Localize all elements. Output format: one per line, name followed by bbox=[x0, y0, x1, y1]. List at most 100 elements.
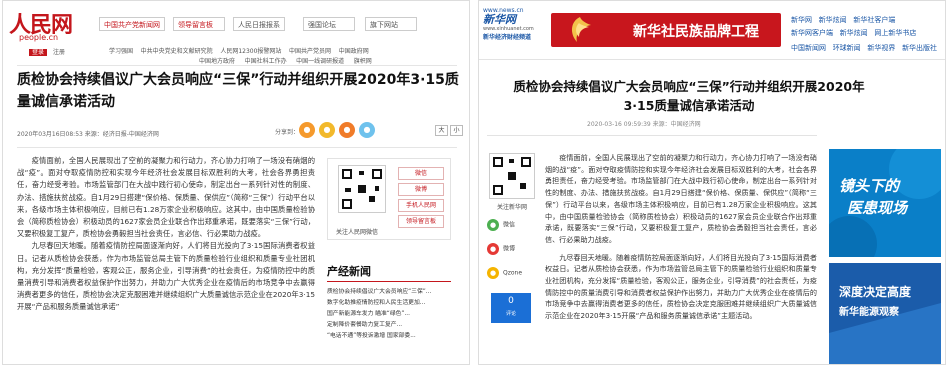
site-link[interactable]: 中国共产党员网 bbox=[289, 48, 331, 55]
people-logo[interactable]: 人民网 people.cn bbox=[9, 7, 85, 42]
article-paragraph: 九尽春回天地暖。随着疫情防控局面逐渐向好，人们将目光投向了3·15国际消费者权益… bbox=[17, 241, 315, 312]
nav-select-label: 中国共产党新闻网 bbox=[99, 17, 165, 31]
wechat-follow-box: 关注人民网微信 微信 微博 手机人民网 领导留言板 bbox=[327, 158, 451, 240]
article-body: 疫情面前，全国人民展现出了空前的凝聚力和行动力，齐心协力打响了一场没有硝烟的战“… bbox=[17, 155, 315, 314]
top-nav-link[interactable]: 新华网客户端 bbox=[791, 29, 833, 37]
ad2-line1: 深度决定高度 bbox=[839, 285, 912, 299]
top-nav-link[interactable]: 新华炫闻 bbox=[840, 29, 868, 37]
wechat-qr-label: 关注人民网微信 bbox=[336, 229, 379, 236]
weixin-share-icon[interactable]: ● bbox=[299, 122, 315, 138]
ad-banner-energy[interactable]: 深度决定高度 新华能源观察 bbox=[829, 263, 941, 364]
channel-link[interactable]: 新华出版社 bbox=[902, 44, 937, 52]
channel-nav: 中国新闻网 环球新闻 新华视界 新华出版社 bbox=[791, 43, 937, 53]
weibo-share-icon[interactable]: ● bbox=[319, 122, 335, 138]
industry-news-list: 质检协会持续倡议广大会员响应“三保”... 数字化助推疫情防控和人民生活更加..… bbox=[327, 287, 455, 342]
register-link[interactable]: 注册 bbox=[53, 49, 65, 56]
social-label: Qzone bbox=[503, 269, 523, 277]
article-body: 疫情面前，全国人民展现出了空前的凝聚力和行动力，齐心协力打响了一场没有硝烟的战“… bbox=[545, 152, 817, 328]
site-link[interactable]: 学习强国 bbox=[109, 48, 133, 55]
nav-select-label: 强国论坛 bbox=[303, 17, 355, 31]
site-link[interactable]: 中国地方政府 bbox=[199, 58, 235, 65]
ad1-line1: 镜头下的 bbox=[839, 177, 900, 195]
top-nav-link[interactable]: 网上新华书店 bbox=[874, 29, 916, 37]
xinhua-logo-brand: 新华网 bbox=[483, 13, 516, 26]
qzone-icon: ● bbox=[487, 267, 499, 279]
site-link[interactable]: 人民网12300报警网站 bbox=[220, 48, 281, 55]
top-nav-link[interactable]: 新华炫闻 bbox=[819, 16, 847, 24]
people-share-icon[interactable]: ● bbox=[359, 122, 375, 138]
people-header: 人民网 people.cn 中国共产党新闻网 领导留言板 人民日报报系 强国论坛… bbox=[3, 1, 469, 45]
people-cn-article-panel: 人民网 people.cn 中国共产党新闻网 领导留言板 人民日报报系 强国论坛… bbox=[2, 0, 470, 365]
xinhua-qr-code bbox=[489, 153, 535, 199]
qzone-share-icon[interactable]: ● bbox=[339, 122, 355, 138]
nav-select-label: 旗下网站 bbox=[365, 17, 417, 31]
news-link[interactable]: 国产新能源车发力 瞄准“绿色”... bbox=[327, 309, 455, 320]
social-label: 微博 bbox=[503, 245, 516, 253]
nav-select-sites[interactable]: 旗下网站 bbox=[365, 17, 417, 31]
site-link[interactable]: 旗帜网 bbox=[354, 58, 372, 65]
ad2-line2: 新华能源观察 bbox=[839, 307, 899, 318]
channel-link[interactable]: 新华视界 bbox=[867, 44, 895, 52]
share-label: 分享到： bbox=[275, 129, 300, 136]
xinhua-logo-channel: 新华经济财经频道 bbox=[483, 34, 532, 41]
nav-select-label: 人民日报报系 bbox=[233, 17, 285, 31]
news-link[interactable]: 定制降价套餐助力复工复产... bbox=[327, 320, 455, 331]
national-brand-banner[interactable]: 新华社民族品牌工程 bbox=[551, 13, 781, 47]
follow-sidebar: 关注新华网 bbox=[487, 153, 537, 211]
social-share-qzone[interactable]: ● Qzone bbox=[487, 267, 537, 279]
top-nav-row1: 新华网 新华炫闻 新华社客户端 bbox=[791, 15, 895, 25]
site-link[interactable]: 中国一线调研报道 bbox=[296, 58, 344, 65]
mobile-site-button[interactable]: 手机人民网 bbox=[398, 199, 444, 212]
article-meta: 2020年03月16日08:53 来源：经济日报-中国经济网 bbox=[17, 131, 159, 138]
news-link[interactable]: “电话不通”等投诉激增 国家部委... bbox=[327, 331, 455, 342]
xinhua-logo[interactable]: www.news.cn 新华网 www.xinhuanet.com 新华经济财经… bbox=[483, 7, 547, 43]
ad1-line2: 医患现场 bbox=[847, 199, 908, 217]
divider bbox=[17, 147, 457, 148]
nav-select-label: 领导留言板 bbox=[173, 17, 225, 31]
nav-select-forum[interactable]: 强国论坛 bbox=[303, 17, 355, 31]
font-size-controls: 大 小 bbox=[435, 125, 463, 136]
article-paragraph: 疫情面前，全国人民展现出了空前的凝聚力和行动力，齐心协力打响了一场没有硝烟的战“… bbox=[17, 156, 315, 239]
social-share-微博[interactable]: ● 微博 bbox=[487, 243, 537, 255]
divider bbox=[327, 281, 451, 282]
brand-emblem-icon bbox=[571, 17, 591, 42]
site-link[interactable]: 中国政府网 bbox=[339, 48, 369, 55]
article-paragraph: 疫情面前，全国人民展现出了空前的凝聚力和行动力，齐心协力打响了一场没有硝烟的战“… bbox=[545, 153, 817, 244]
top-nav-link[interactable]: 新华社客户端 bbox=[853, 16, 895, 24]
channel-link[interactable]: 环球新闻 bbox=[833, 44, 861, 52]
weibo-button[interactable]: 微博 bbox=[398, 183, 444, 196]
leaders-board-button[interactable]: 领导留言板 bbox=[398, 215, 444, 228]
divider bbox=[17, 65, 457, 66]
site-link[interactable]: 中国社科工作办 bbox=[245, 58, 287, 65]
social-label: 微信 bbox=[503, 221, 516, 229]
people-logo-domain: people.cn bbox=[19, 33, 59, 42]
channel-link[interactable]: 中国新闻网 bbox=[791, 44, 826, 52]
news-link[interactable]: 质检协会持续倡议广大会员响应“三保”... bbox=[327, 287, 455, 298]
article-meta: 2020-03-16 09:59:39 来源：中国经济网 bbox=[587, 121, 701, 128]
top-nav-link[interactable]: 新华网 bbox=[791, 16, 812, 24]
font-larger-button[interactable]: 大 bbox=[435, 125, 448, 136]
login-register-bar: 登录 注册 bbox=[29, 47, 75, 56]
wechat-qr-code bbox=[338, 165, 386, 213]
weibo-icon: ● bbox=[487, 243, 499, 255]
comment-count: 0 bbox=[508, 296, 514, 306]
site-links-row2: 中国地方政府 中国社科工作办 中国一线调研报道 旗帜网 bbox=[199, 56, 372, 65]
nav-select-newspaper-group[interactable]: 人民日报报系 bbox=[233, 17, 285, 31]
wechat-button[interactable]: 微信 bbox=[398, 167, 444, 180]
news-link[interactable]: 数字化助推疫情防控和人民生活更加... bbox=[327, 298, 455, 309]
comment-counter[interactable]: 0 评论 bbox=[491, 293, 531, 323]
industry-news-heading: 产经新闻 bbox=[327, 265, 371, 278]
top-nav-row2: 新华网客户端 新华炫闻 网上新华书店 bbox=[791, 28, 916, 38]
social-share-微信[interactable]: ● 微信 bbox=[487, 219, 537, 231]
share-icons: ● ● ● ● bbox=[299, 122, 375, 138]
login-link[interactable]: 登录 bbox=[29, 49, 48, 56]
article-title: 质检协会持续倡议广大会员响应“三保”行动并组织开展2020年3·15质量诚信承诺… bbox=[17, 72, 459, 110]
nav-select-leaders-board[interactable]: 领导留言板 bbox=[173, 17, 225, 31]
xinhua-article-panel: www.news.cn 新华网 www.xinhuanet.com 新华经济财经… bbox=[478, 0, 946, 365]
divider bbox=[487, 135, 817, 136]
font-smaller-button[interactable]: 小 bbox=[450, 125, 463, 136]
site-link[interactable]: 中共中央党史和文献研究院 bbox=[141, 48, 213, 55]
nav-select-party-news[interactable]: 中国共产党新闻网 bbox=[99, 17, 165, 31]
ad-banner-doctor-patient[interactable]: 镜头下的 医患现场 bbox=[829, 149, 941, 257]
banner-text: 新华社民族品牌工程 bbox=[633, 24, 759, 40]
